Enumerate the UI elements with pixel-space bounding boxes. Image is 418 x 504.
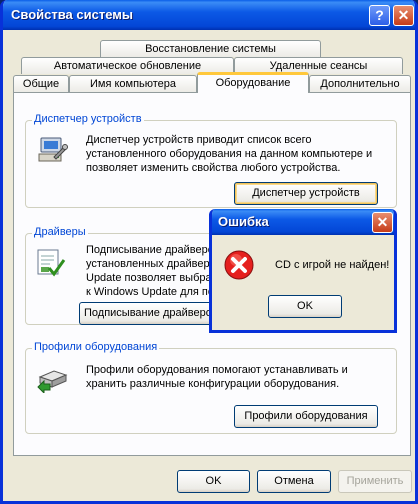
tab-computer-name[interactable]: Имя компьютера [69, 75, 197, 92]
device-manager-button[interactable]: Диспетчер устройств [234, 182, 378, 205]
error-message: CD с игрой не найден! [275, 259, 390, 271]
cancel-button[interactable]: Отмена [257, 470, 331, 493]
tab-advanced[interactable]: Дополнительно [309, 75, 411, 92]
tab-row-3: Общие Имя компьютера Оборудование Дополн… [13, 72, 411, 93]
error-ok-button[interactable]: OK [268, 295, 342, 318]
window-title: Свойства системы [11, 7, 133, 22]
apply-button[interactable]: Применить [338, 470, 412, 493]
hardware-profiles-icon [37, 370, 68, 393]
drivers-line-4: к Windows Update для по [86, 286, 214, 298]
device-manager-line-3: позволяет изменить свойства любого устро… [86, 162, 341, 174]
drivers-legend: Драйверы [32, 226, 88, 238]
error-dialog-title-bar[interactable]: Ошибка ✕ [212, 209, 394, 235]
hardware-profiles-group: Профили оборудования Профили оборудовани… [25, 341, 397, 434]
tab-system-restore[interactable]: Восстановление системы [100, 40, 321, 57]
tab-row-1: Восстановление системы [13, 40, 411, 58]
help-button[interactable]: ? [369, 5, 390, 26]
tab-hardware[interactable]: Оборудование [197, 72, 309, 93]
drivers-line-2: установленных драйвер [86, 258, 210, 270]
hardware-profiles-line-2: хранить различные конфигурации оборудова… [86, 378, 340, 390]
drivers-icon [37, 249, 66, 277]
device-manager-line-1: Диспетчер устройств приводит список всег… [86, 134, 312, 146]
device-manager-group: Диспетчер устройств Диспетчер устройств … [25, 113, 397, 208]
error-dialog: Ошибка ✕ CD с игрой не найден! OK [209, 209, 397, 333]
drivers-line-1: Подписывание драйверо [86, 244, 214, 256]
tab-general[interactable]: Общие [13, 75, 69, 92]
ok-button[interactable]: OK [177, 470, 250, 493]
close-button[interactable]: ✕ [393, 5, 414, 26]
device-manager-legend: Диспетчер устройств [32, 113, 144, 125]
device-manager-line-2: установленного оборудования на данном ко… [86, 148, 373, 160]
error-icon [224, 250, 254, 280]
error-dialog-close-button[interactable]: ✕ [372, 212, 393, 233]
hardware-profiles-line-1: Профили оборудования помогают устанавлив… [86, 364, 348, 376]
device-manager-icon [38, 137, 68, 162]
hardware-profiles-button[interactable]: Профили оборудования [234, 405, 378, 428]
drivers-line-3: Update позволяет выбра [86, 272, 212, 284]
hardware-profiles-legend: Профили оборудования [32, 341, 160, 353]
title-bar[interactable]: Свойства системы ? ✕ [3, 0, 415, 30]
error-dialog-title: Ошибка [218, 214, 269, 229]
